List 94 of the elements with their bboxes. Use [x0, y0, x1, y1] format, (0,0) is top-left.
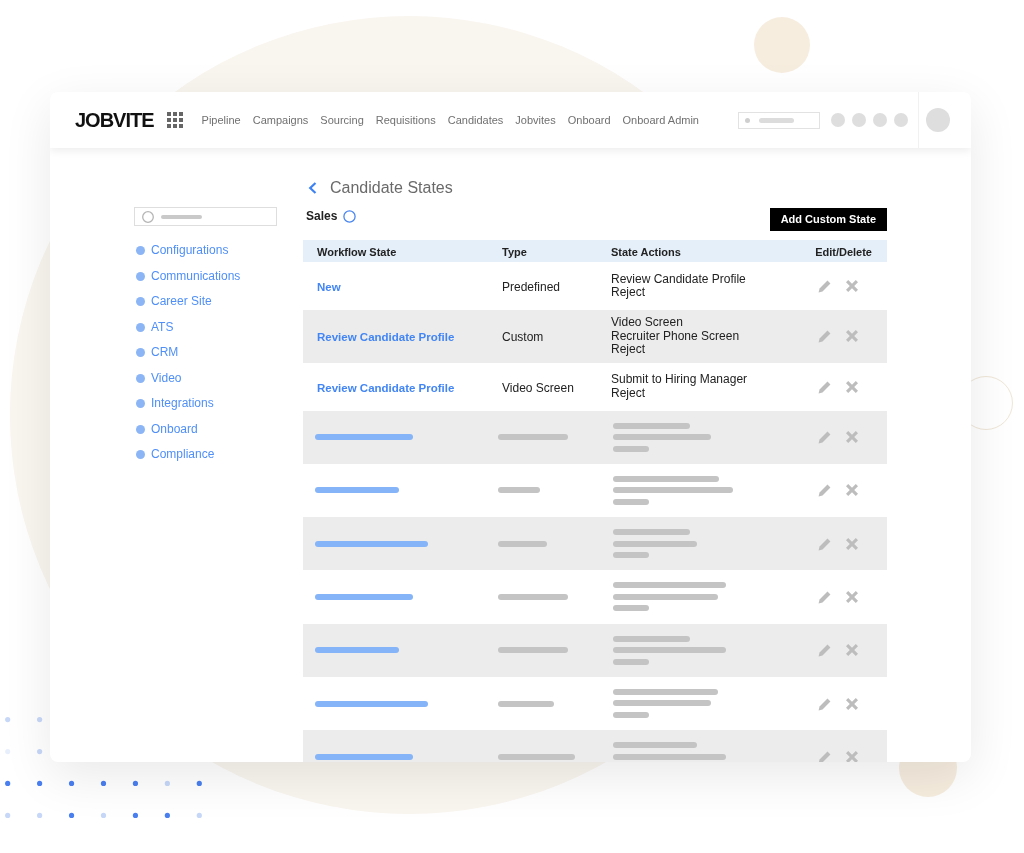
chevron-left-icon[interactable] — [308, 182, 317, 194]
state-action: Video Screen — [611, 316, 683, 330]
placeholder-line — [498, 434, 568, 441]
placeholder-line — [161, 214, 202, 219]
page-title: Candidate States — [330, 178, 453, 198]
dot-icon — [745, 117, 750, 123]
pencil-icon[interactable] — [818, 329, 831, 344]
nav-link[interactable]: Onboard Admin — [622, 113, 699, 127]
table-cell: Custom — [502, 330, 544, 345]
placeholder-line — [613, 498, 649, 505]
circle-icon[interactable] — [873, 113, 887, 127]
dot-icon — [136, 271, 145, 281]
state-action: Review Candidate Profile — [611, 272, 746, 286]
sidebar-item[interactable]: Communications — [134, 268, 241, 284]
column-header: Workflow State — [317, 246, 397, 258]
cross-icon[interactable] — [846, 644, 858, 657]
nav-link[interactable]: Pipeline — [201, 113, 241, 127]
dot-icon — [136, 399, 145, 409]
cross-icon[interactable] — [846, 330, 858, 343]
column-header: Type — [502, 246, 527, 258]
circle-icon[interactable] — [852, 113, 866, 127]
pencil-icon[interactable] — [818, 749, 831, 762]
workflow-name: Sales — [306, 208, 338, 224]
ring-icon — [142, 210, 154, 223]
state-action: Recruiter Phone Screen — [611, 329, 740, 343]
state-link[interactable]: New — [317, 281, 341, 293]
sidebar-item[interactable]: CRM — [134, 345, 179, 361]
search-field[interactable] — [738, 111, 820, 129]
add-state-button[interactable]: Add Custom State — [769, 208, 887, 231]
circle-icon[interactable] — [894, 113, 908, 127]
state-link[interactable]: Review Candidate Profile — [317, 331, 455, 344]
dot-icon — [136, 297, 145, 307]
sidebar-item[interactable]: Compliance — [134, 447, 215, 463]
pencil-icon[interactable] — [818, 643, 831, 658]
accent-circle — [754, 17, 810, 73]
pencil-icon[interactable] — [818, 696, 831, 711]
cross-icon[interactable] — [846, 697, 858, 710]
placeholder-line — [498, 700, 554, 707]
logo[interactable]: JOBVITE — [75, 110, 154, 130]
pencil-icon[interactable] — [818, 279, 831, 293]
nav-link[interactable]: Sourcing — [320, 113, 364, 127]
placeholder-line — [613, 712, 649, 718]
placeholder-line — [613, 445, 649, 452]
nav-link[interactable]: Requisitions — [375, 113, 436, 127]
cross-icon[interactable] — [846, 591, 858, 604]
grid-icon[interactable] — [166, 112, 183, 128]
pencil-icon[interactable] — [818, 590, 831, 605]
cross-icon[interactable] — [846, 280, 858, 292]
state-action: Reject — [611, 386, 645, 400]
placeholder-line — [613, 552, 649, 559]
cross-icon[interactable] — [846, 750, 858, 762]
dot-icon — [136, 246, 145, 256]
nav-link[interactable]: Onboard — [567, 113, 611, 127]
table-cell: Video Screen — [502, 380, 574, 395]
table-cell: Predefined — [502, 280, 561, 294]
dot-icon — [136, 424, 145, 434]
placeholder-line — [498, 487, 540, 494]
placeholder-line — [613, 605, 649, 612]
sidebar-item[interactable]: Configurations — [134, 243, 229, 259]
nav-link[interactable]: Candidates — [447, 113, 504, 127]
cross-icon[interactable] — [846, 484, 858, 497]
column-header: State Actions — [611, 246, 681, 258]
placeholder-line — [613, 658, 649, 665]
search-field[interactable] — [134, 207, 277, 226]
ring-icon[interactable] — [343, 209, 357, 223]
state-action: Reject — [611, 343, 645, 357]
circle-icon[interactable] — [831, 113, 845, 127]
dot-icon — [136, 348, 145, 358]
state-action: Reject — [611, 286, 645, 300]
pencil-icon[interactable] — [818, 483, 831, 498]
pencil-icon[interactable] — [818, 379, 831, 394]
sidebar-item[interactable]: Onboard — [134, 421, 198, 437]
sidebar-item[interactable]: Video — [134, 370, 182, 386]
pencil-icon[interactable] — [818, 536, 831, 551]
avatar-icon[interactable] — [926, 108, 950, 132]
sidebar-item[interactable]: Career Site — [134, 294, 212, 310]
cross-icon[interactable] — [846, 380, 858, 393]
placeholder-line — [498, 594, 568, 601]
sidebar-item[interactable]: ATS — [134, 319, 174, 335]
dot-icon — [136, 373, 145, 383]
cross-icon[interactable] — [846, 537, 858, 550]
placeholder-line — [498, 647, 568, 654]
state-link[interactable]: Review Candidate Profile — [317, 381, 455, 394]
nav-link[interactable]: Campaigns — [252, 113, 309, 127]
dot-icon — [136, 450, 145, 460]
cross-icon[interactable] — [846, 431, 858, 444]
placeholder-line — [498, 540, 547, 547]
dot-icon — [136, 322, 145, 332]
column-header: Edit/Delete — [815, 246, 872, 258]
pencil-icon[interactable] — [818, 430, 831, 445]
nav-link[interactable]: Jobvites — [515, 113, 556, 127]
state-action: Submit to Hiring Manager — [611, 373, 748, 387]
sidebar-item[interactable]: Integrations — [134, 396, 214, 412]
placeholder-line — [759, 117, 794, 123]
